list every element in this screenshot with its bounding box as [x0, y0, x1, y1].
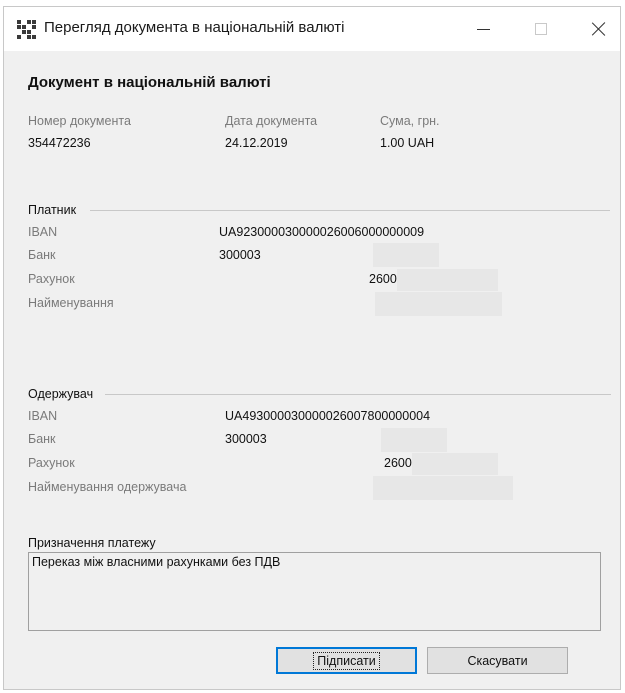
payer-name-label: Найменування — [28, 296, 114, 310]
receiver-iban-value: UA493000030000026007800000004 — [225, 409, 431, 423]
window-title: Перегляд документа в національній валюті — [44, 19, 345, 36]
payer-iban-value: UA923000030000026006000000009 — [219, 225, 425, 239]
close-icon — [592, 22, 606, 36]
receiver-name-redacted — [373, 476, 513, 500]
amount-label: Сума, грн. — [380, 114, 440, 128]
purpose-textarea[interactable]: Переказ між власними рахунками без ПДВ — [28, 552, 601, 631]
doc-date-value: 24.12.2019 — [225, 136, 288, 150]
maximize-button — [518, 7, 564, 51]
receiver-account-redacted — [412, 453, 498, 475]
minimize-button[interactable] — [460, 7, 506, 51]
doc-number-label: Номер документа — [28, 114, 131, 128]
payer-bank-value: 300003 — [219, 248, 261, 262]
payer-name-redacted — [375, 292, 502, 316]
payer-iban-label: IBAN — [28, 225, 58, 239]
qr-code-icon — [17, 20, 36, 39]
payer-bank-name-redacted — [373, 243, 439, 267]
doc-date-label: Дата документа — [225, 114, 318, 128]
receiver-bank-value: 300003 — [225, 432, 267, 446]
receiver-group-label: Одержувач — [28, 387, 94, 401]
payer-group-divider — [90, 210, 610, 211]
receiver-name-label: Найменування одержувача — [28, 480, 187, 494]
maximize-icon — [535, 23, 547, 35]
document-view-window: Перегляд документа в національній валюті… — [3, 6, 621, 690]
sign-button[interactable]: Підписати — [276, 647, 417, 674]
purpose-label: Призначення платежу — [28, 536, 156, 550]
receiver-bank-label: Банк — [28, 432, 56, 446]
payer-account-label: Рахунок — [28, 272, 75, 286]
payer-bank-label: Банк — [28, 248, 56, 262]
receiver-account-value: 2600 — [384, 456, 412, 470]
amount-value: 1.00 UAH — [380, 136, 435, 150]
receiver-account-label: Рахунок — [28, 456, 75, 470]
receiver-bank-name-redacted — [381, 428, 447, 452]
payer-group-label: Платник — [28, 203, 77, 217]
receiver-iban-label: IBAN — [28, 409, 58, 423]
cancel-button-label: Скасувати — [467, 653, 528, 668]
minimize-icon — [476, 28, 490, 30]
document-heading: Документ в національній валюті — [28, 74, 271, 91]
payer-account-redacted — [397, 269, 498, 291]
close-button[interactable] — [576, 7, 622, 51]
payer-account-value: 2600 — [369, 272, 397, 286]
cancel-button[interactable]: Скасувати — [427, 647, 568, 674]
doc-number-value: 354472236 — [28, 136, 91, 150]
receiver-group-divider — [105, 394, 611, 395]
title-bar[interactable]: Перегляд документа в національній валюті — [4, 7, 620, 51]
sign-button-label: Підписати — [313, 651, 380, 670]
